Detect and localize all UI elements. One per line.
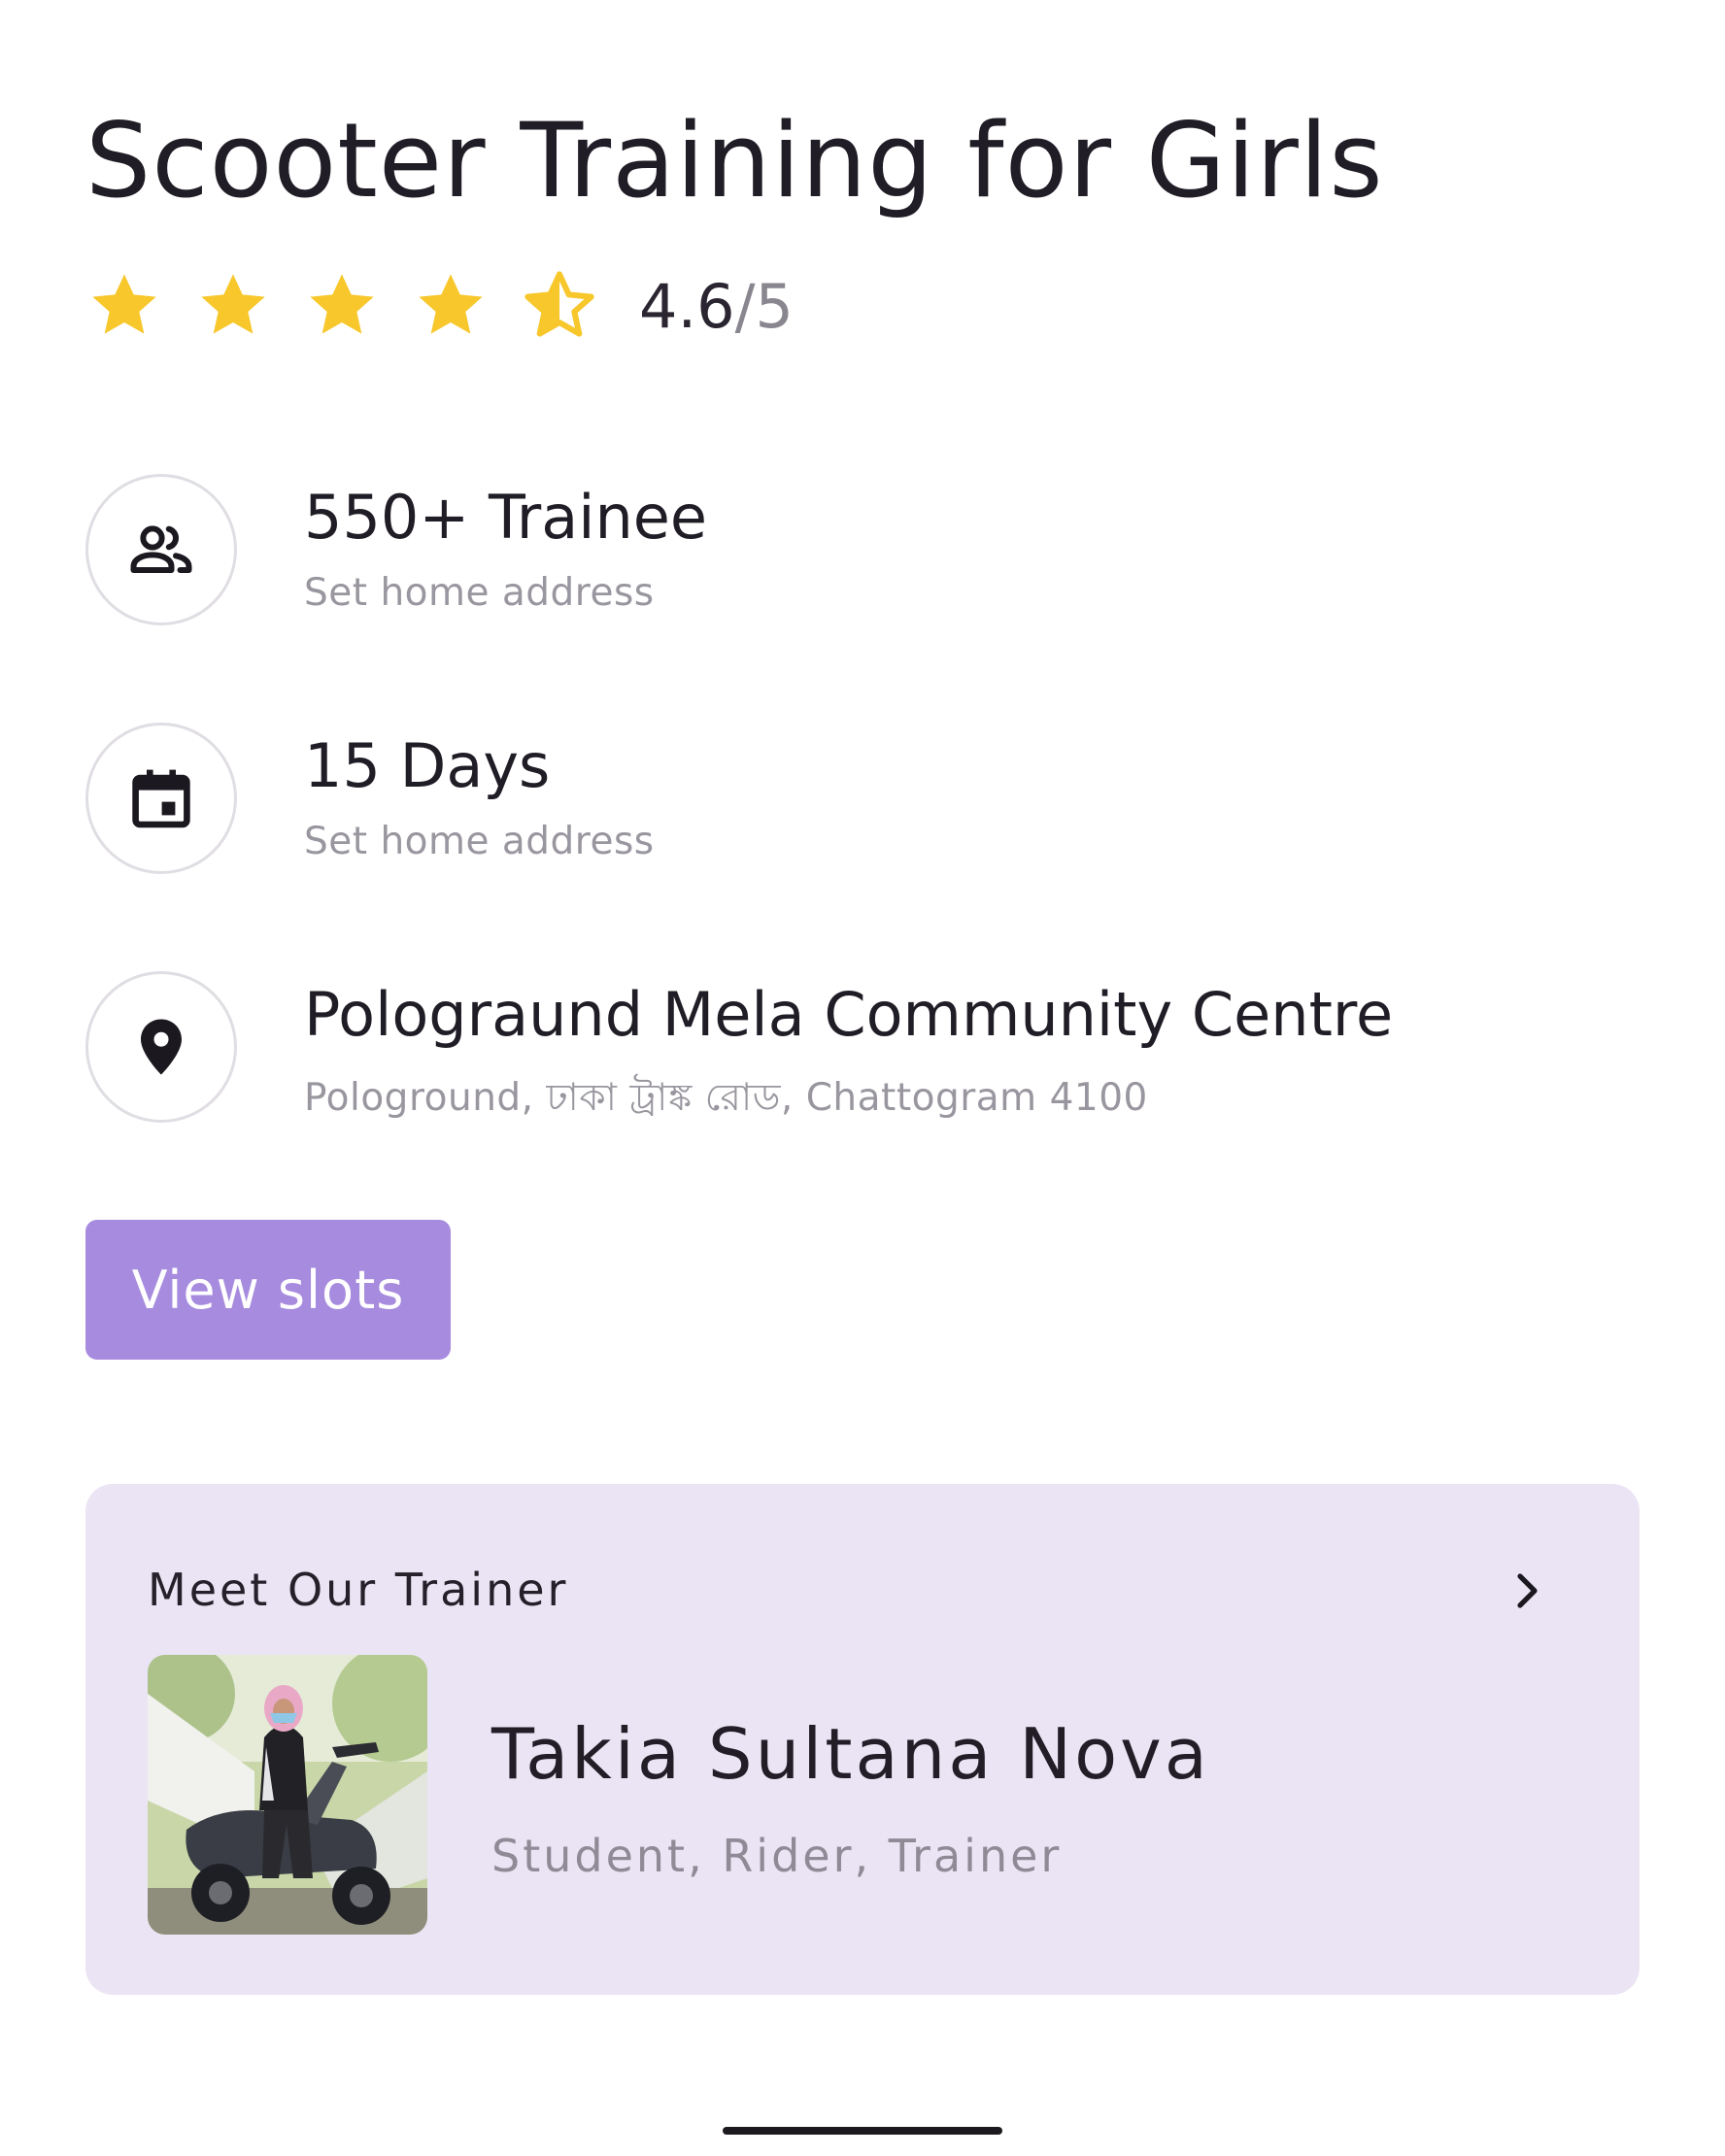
trainer-name: Takia Sultana Nova: [491, 1713, 1210, 1795]
location-address: Pologround, ঢাকা ট্রাঙ্ক রোড, Chattogram…: [304, 1076, 1148, 1120]
trainer-photo-illustration: [148, 1655, 427, 1935]
rating-stars: [85, 267, 629, 345]
trainee-subtitle: Set home address: [304, 571, 655, 615]
page-title: Scooter Training for Girls: [85, 101, 1384, 220]
rating-max: /5: [734, 270, 794, 342]
calendar-icon-circle: [85, 723, 237, 874]
info-row-duration: 15 Days Set home address: [85, 723, 1640, 878]
duration-title: 15 Days: [304, 730, 551, 801]
location-title: Polograund Mela Community Centre: [304, 979, 1394, 1050]
trainer-section-title: Meet Our Trainer: [148, 1564, 569, 1616]
calendar-icon: [132, 769, 190, 828]
trainee-icon-circle: [85, 474, 237, 625]
chevron-right-icon[interactable]: [1500, 1564, 1554, 1618]
view-slots-button[interactable]: View slots: [85, 1220, 451, 1360]
star-full-icon: [201, 274, 265, 334]
trainer-photo: [148, 1655, 427, 1935]
star-half-icon: [524, 271, 594, 337]
location-icon-circle: [85, 971, 237, 1123]
rating-row: 4.6/5: [85, 262, 794, 350]
chevron-right-glyph: [1517, 1573, 1538, 1608]
trainer-roles: Student, Rider, Trainer: [491, 1830, 1063, 1882]
home-indicator[interactable]: [723, 2127, 1002, 2135]
course-detail-page: Scooter Training for Girls 4.6 /5 550+ T…: [85, 0, 1640, 2156]
duration-subtitle: Set home address: [304, 820, 655, 863]
info-row-trainees: 550+ Trainee Set home address: [85, 474, 1640, 629]
info-row-location: Polograund Mela Community Centre Pologro…: [85, 971, 1640, 1127]
star-full-icon: [310, 274, 374, 334]
trainer-card[interactable]: Meet Our Trainer Takia Sultana Nova Stud…: [85, 1484, 1640, 1995]
star-full-icon: [419, 274, 483, 334]
group-icon: [130, 525, 192, 573]
trainee-count: 550+ Trainee: [304, 482, 708, 553]
rating-value: 4.6: [639, 270, 735, 342]
star-full-icon: [92, 274, 156, 334]
location-pin-icon: [141, 1019, 182, 1075]
